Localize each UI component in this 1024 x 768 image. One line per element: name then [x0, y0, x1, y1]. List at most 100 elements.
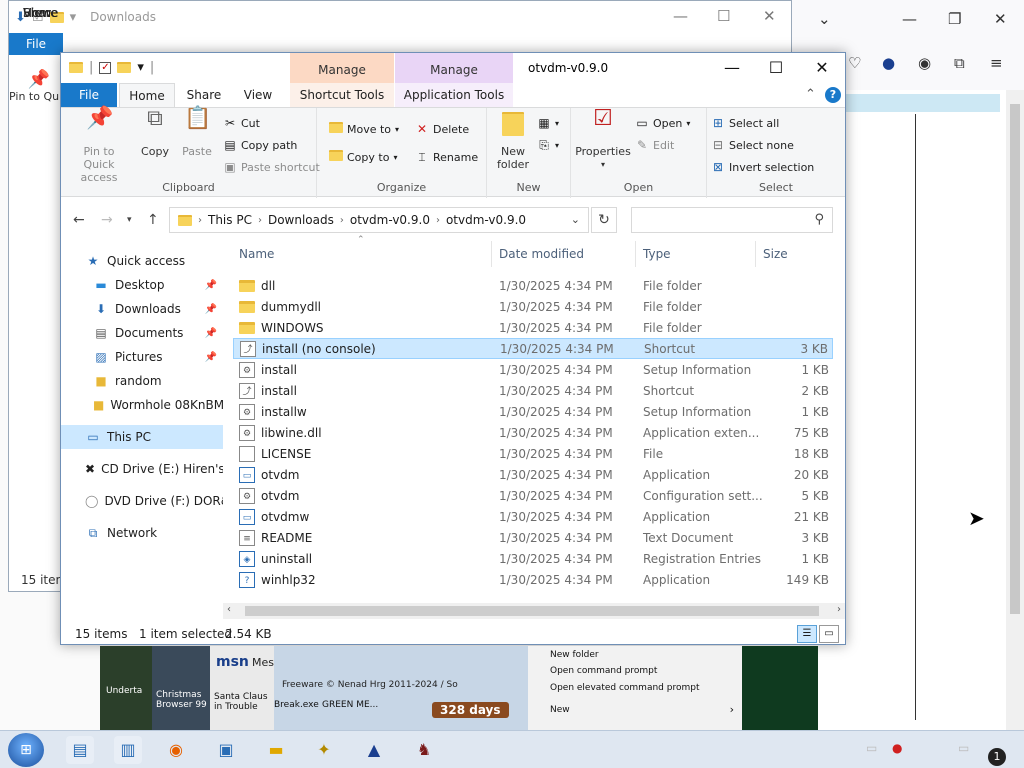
file-row[interactable]: ◈ uninstall 1/30/2025 4:34 PM Registration … — [233, 548, 833, 569]
search-input[interactable]: ⚲ — [631, 207, 833, 233]
file-row[interactable]: dll 1/30/2025 4:34 PM File folder — [233, 275, 833, 296]
back-tab-view[interactable]: View — [9, 1, 65, 25]
menu-new-folder[interactable]: New folder — [550, 650, 599, 660]
column-name[interactable]: Name — [239, 247, 274, 261]
taskbar-dog-app-icon[interactable]: ♞ — [410, 736, 438, 764]
tab-file[interactable]: File — [61, 83, 117, 107]
tab-application-tools[interactable]: Application Tools — [395, 83, 513, 107]
firefox-icon[interactable]: ◉ — [162, 736, 190, 764]
file-row[interactable]: ⚙ otvdm 1/30/2025 4:34 PM Configuration set… — [233, 485, 833, 506]
new-folder-icon[interactable] — [117, 62, 132, 73]
nav-item-dvd-drive-f-dor[interactable]: ◯ DVD Drive (F:) DOR& — [61, 489, 223, 513]
move-to-button[interactable]: Move to ▾ — [329, 120, 399, 138]
copy-path-button[interactable]: ▤ Copy path — [223, 136, 297, 154]
pin-to-quick-access-button[interactable]: 📌 Pin to Quick access — [67, 108, 131, 185]
scrollbar-thumb[interactable] — [1010, 104, 1020, 614]
scrollbar-thumb[interactable] — [245, 606, 819, 616]
tab-shortcut-tools[interactable]: Shortcut Tools — [290, 83, 394, 107]
file-row[interactable]: ⚙ install 1/30/2025 4:34 PM Setup Informati… — [233, 359, 833, 380]
chevron-down-icon[interactable]: ⌄ — [571, 213, 580, 226]
column-size[interactable]: Size — [763, 247, 788, 261]
new-folder-button[interactable]: New folder — [493, 112, 533, 171]
file-row[interactable]: dummydll 1/30/2025 4:34 PM File folder — [233, 296, 833, 317]
tray-alert-icon[interactable]: ● — [892, 741, 902, 755]
minimize-button[interactable]: — — [709, 56, 755, 80]
recent-locations-icon[interactable]: ▾ — [127, 215, 132, 225]
taskbar-computer-icon[interactable]: ▣ — [212, 736, 240, 764]
file-row[interactable]: LICENSE 1/30/2025 4:34 PM File 18 KB — [233, 443, 833, 464]
details-view-icon[interactable]: ☰ — [797, 625, 817, 643]
copy-button[interactable]: ⧉ Copy — [137, 108, 173, 159]
menu-open-elevated-command-prompt[interactable]: Open elevated command prompt — [550, 683, 699, 693]
cut-button[interactable]: ✂ Cut — [223, 114, 260, 132]
taskbar-arrow-app-icon[interactable]: ▲ — [360, 736, 388, 764]
nav-item-cd-drive-e-hiren-s-i[interactable]: ✖ CD Drive (E:) Hiren's I — [61, 457, 223, 481]
rename-button[interactable]: ⌶ Rename — [415, 148, 478, 166]
explorer-window[interactable]: | ✓ ▾ | Manage Manage otvdm-v0.9.0 — ☐ ✕… — [60, 52, 846, 645]
properties-icon[interactable]: ✓ — [99, 61, 112, 74]
taskbar-app-icon[interactable]: ▤ — [66, 736, 94, 764]
nav-item-pictures[interactable]: ▨ Pictures 📌 — [61, 345, 223, 369]
file-explorer-icon[interactable]: ▬ — [262, 736, 290, 764]
scroll-left-icon[interactable]: ‹ — [227, 604, 231, 615]
select-none-button[interactable]: ⊟ Select none — [711, 136, 794, 154]
collapse-ribbon-icon[interactable]: ⌃ — [805, 87, 816, 102]
firefox-account-icon[interactable]: ● — [882, 54, 895, 72]
minimize-icon[interactable]: — — [902, 10, 917, 28]
file-row[interactable]: ▭ otvdmw 1/30/2025 4:34 PM Application 21 KB — [233, 506, 833, 527]
breadcrumb-downloads[interactable]: Downloads — [268, 213, 334, 227]
pocket-icon[interactable]: ♡ — [848, 54, 861, 72]
address-bar[interactable]: › This PC › Downloads › otvdm-v0.9.0 › o… — [169, 207, 589, 233]
column-type[interactable]: Type — [643, 247, 671, 261]
chevron-down-icon[interactable]: ⌄ — [818, 10, 831, 28]
titlebar[interactable]: | ✓ ▾ | Manage Manage otvdm-v0.9.0 — ☐ ✕ — [61, 53, 845, 87]
nav-item-quick-access[interactable]: ★ Quick access — [61, 249, 223, 273]
new-item-button[interactable]: ▦ ▾ — [537, 114, 559, 132]
start-button[interactable]: ⊞ — [8, 733, 44, 767]
invert-selection-button[interactable]: ⊠ Invert selection — [711, 158, 814, 176]
close-icon[interactable]: ✕ — [763, 7, 776, 25]
tray-monitor-icon[interactable]: ▭ — [958, 741, 969, 755]
file-row[interactable]: ? winhlp32 1/30/2025 4:34 PM Application 149… — [233, 569, 833, 590]
breadcrumb-otvdm-inner[interactable]: otvdm-v0.9.0 — [446, 213, 526, 227]
nav-item-this-pc[interactable]: ▭ This PC — [61, 425, 223, 449]
nav-item-downloads[interactable]: ⬇ Downloads 📌 — [61, 297, 223, 321]
properties-button[interactable]: ☑ Properties ▾ — [575, 108, 631, 171]
minimize-icon[interactable]: — — [673, 7, 688, 25]
tray-icon[interactable]: ▭ — [866, 741, 877, 755]
forward-arrow-icon[interactable]: → — [101, 212, 113, 228]
refresh-icon[interactable]: ↻ — [591, 207, 617, 233]
edit-button[interactable]: ✎ Edit — [635, 136, 674, 154]
file-row[interactable]: ⚙ libwine.dll 1/30/2025 4:34 PM Application… — [233, 422, 833, 443]
horizontal-scrollbar[interactable]: ‹ › — [223, 603, 845, 619]
nav-item-desktop[interactable]: ▬ Desktop 📌 — [61, 273, 223, 297]
menu-new[interactable]: New — [550, 705, 570, 715]
easy-access-button[interactable]: ⎘ ▾ — [537, 136, 559, 154]
breadcrumb-otvdm[interactable]: otvdm-v0.9.0 — [350, 213, 430, 227]
taskbar-bee-icon[interactable]: ✦ — [310, 736, 338, 764]
menu-icon[interactable]: ≡ — [990, 54, 1003, 72]
paste-button[interactable]: 📋 Paste — [179, 108, 215, 159]
delete-button[interactable]: ✕ Delete — [415, 120, 469, 138]
account-icon[interactable]: ◉ — [918, 54, 931, 72]
select-all-button[interactable]: ⊞ Select all — [711, 114, 779, 132]
nav-item-wormhole-08knbm[interactable]: ■ Wormhole 08KnBM — [61, 393, 223, 417]
scroll-right-icon[interactable]: › — [837, 604, 841, 615]
back-file-tab[interactable]: File — [9, 33, 63, 55]
nav-item-network[interactable]: ⧉ Network — [61, 521, 223, 545]
desktop-icon-christmas-browser[interactable]: Christmas Browser 99 — [152, 646, 210, 730]
file-row[interactable]: ⤴ install (no console) 1/30/2025 4:34 PM Sh… — [233, 338, 833, 359]
open-button[interactable]: ▭ Open ▾ — [635, 114, 690, 132]
desktop-icon-underta[interactable]: Underta — [100, 646, 152, 730]
maximize-icon[interactable]: ☐ — [717, 7, 730, 25]
up-arrow-icon[interactable]: ↑ — [147, 212, 159, 228]
maximize-button[interactable]: ☐ — [753, 56, 799, 80]
paste-shortcut-button[interactable]: ▣ Paste shortcut — [223, 158, 319, 176]
tab-view[interactable]: View — [233, 83, 283, 107]
tab-share[interactable]: Share — [179, 83, 229, 107]
extensions-icon[interactable]: ⧉ — [954, 54, 965, 72]
close-icon[interactable]: ✕ — [994, 10, 1007, 28]
browser-scrollbar[interactable] — [1006, 90, 1024, 730]
tab-home[interactable]: Home — [119, 83, 175, 107]
help-button[interactable]: ? — [825, 87, 841, 103]
